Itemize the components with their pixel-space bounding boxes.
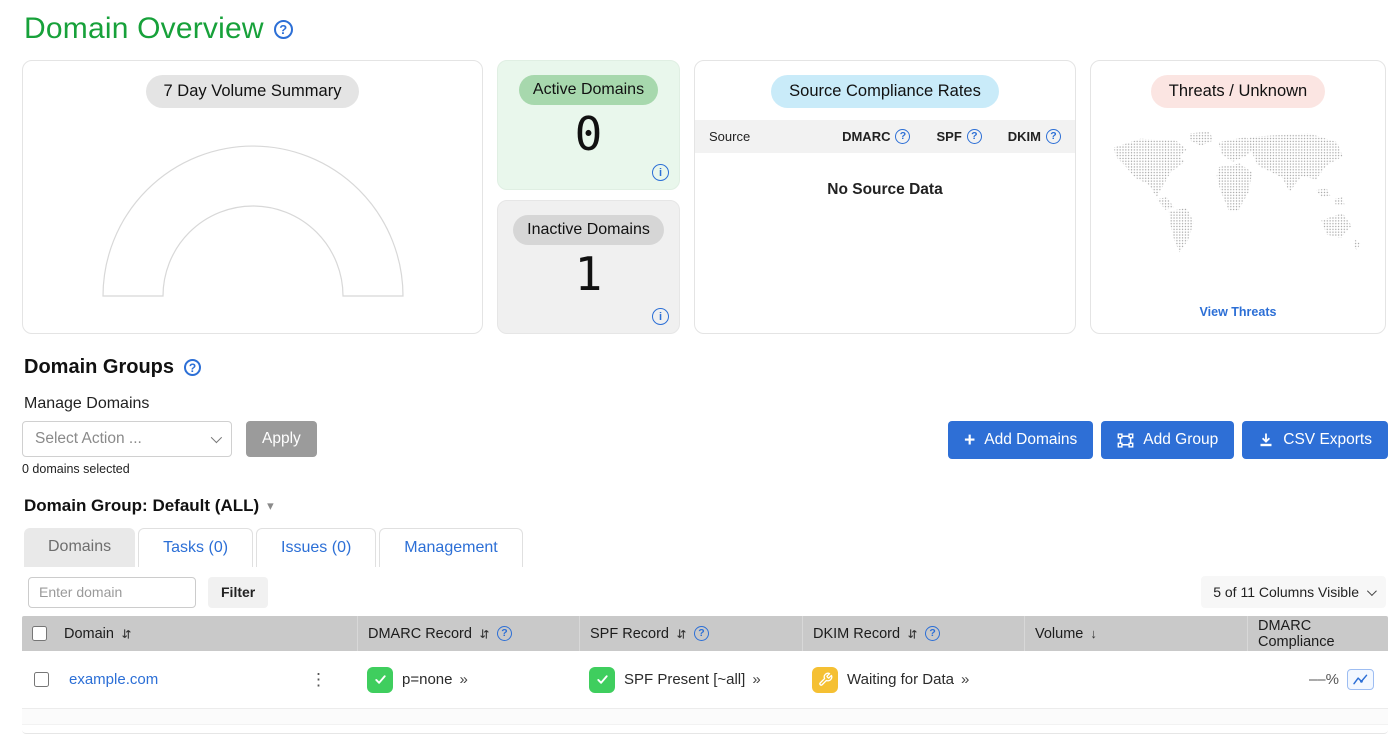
volume-summary-title: 7 Day Volume Summary [146,75,360,108]
wrench-icon [812,667,838,693]
tab-management[interactable]: Management [379,528,522,567]
info-icon[interactable]: i [652,164,669,181]
group-icon [1117,432,1134,449]
detail-arrow[interactable]: » [459,671,467,688]
header-domain[interactable]: Domain [22,616,357,651]
threats-card: Threats / Unknown [1090,60,1386,334]
source-column-header: Source [709,129,816,144]
manage-controls-row: Select Action ... Apply 0 domains select… [22,421,1388,476]
detail-arrow[interactable]: » [961,671,969,688]
add-domains-button[interactable]: + Add Domains [948,421,1093,459]
domain-action-buttons: + Add Domains Add Group [948,421,1388,459]
download-icon [1258,432,1274,448]
help-icon[interactable]: ? [274,20,293,39]
tab-domains[interactable]: Domains [24,528,135,567]
spf-column-header: SPF [936,129,961,144]
volume-cell [1024,651,1247,708]
tab-tasks[interactable]: Tasks (0) [138,528,253,567]
help-icon[interactable]: ? [184,359,201,376]
plus-icon: + [964,431,975,450]
row-menu-icon[interactable]: ⋮ [310,670,327,690]
dkim-record-cell: Waiting for Data » [802,651,1024,708]
columns-visible-dropdown[interactable]: 5 of 11 Columns Visible [1201,576,1386,608]
summary-cards: 7 Day Volume Summary Active Domains 0 i … [22,60,1388,334]
inactive-domains-value: 1 [498,247,679,301]
domain-groups-title: Domain Groups [24,356,174,379]
active-domains-card: Active Domains 0 i [497,60,680,190]
help-icon[interactable]: ? [925,626,940,641]
manage-domains-label: Manage Domains [24,395,1388,413]
active-domains-value: 0 [498,107,679,161]
page-title: Domain Overview [24,12,264,46]
detail-arrow[interactable]: » [752,671,760,688]
trend-chart-icon[interactable] [1347,669,1374,690]
dmarc-column-header: DMARC [842,129,890,144]
success-check-icon [589,667,615,693]
help-icon[interactable]: ? [967,129,982,144]
sort-icon [121,628,132,640]
page: Domain Overview ? 7 Day Volume Summary A… [0,0,1400,734]
sort-icon [676,628,687,640]
action-select[interactable]: Select Action ... [22,421,232,457]
page-header: Domain Overview ? [24,12,1388,46]
source-compliance-header-row: Source DMARC ? SPF ? DKIM ? [695,120,1075,153]
header-volume[interactable]: Volume ↓ [1024,616,1247,651]
threats-title: Threats / Unknown [1151,75,1325,108]
help-icon[interactable]: ? [497,626,512,641]
domain-filter-input[interactable] [28,577,196,608]
help-icon[interactable]: ? [694,626,709,641]
sort-icon [479,628,490,640]
table-footer [22,725,1388,734]
dkim-column-header: DKIM [1008,129,1041,144]
header-spf-record[interactable]: SPF Record ? [579,616,802,651]
chevron-down-icon [1367,586,1377,596]
sort-icon [907,628,918,640]
info-icon[interactable]: i [652,308,669,325]
world-map-image [1105,124,1371,274]
tab-bar: Domains Tasks (0) Issues (0) Management [24,528,1388,567]
source-compliance-title: Source Compliance Rates [771,75,999,108]
volume-gauge-chart [93,136,413,304]
header-dmarc-compliance[interactable]: DMARC Compliance [1247,616,1388,651]
add-group-button[interactable]: Add Group [1101,421,1234,459]
csv-exports-button[interactable]: CSV Exports [1242,421,1388,459]
source-compliance-card: Source Compliance Rates Source DMARC ? S… [694,60,1076,334]
chevron-down-icon [211,432,222,443]
domain-groups-header: Domain Groups ? [24,356,1388,379]
dmarc-record-cell: p=none » [357,651,579,708]
success-check-icon [367,667,393,693]
volume-summary-card: 7 Day Volume Summary [22,60,483,334]
domain-link[interactable]: example.com [69,671,158,688]
compliance-value: ––% [1309,671,1339,688]
table-row: example.com ⋮ p=none » SPF Present [~all… [22,651,1388,709]
help-icon[interactable]: ? [1046,129,1061,144]
domain-cell: example.com ⋮ [22,651,357,708]
filter-button[interactable]: Filter [208,577,268,608]
table-header-row: Domain DMARC Record ? SPF Record ? [22,616,1388,651]
dmarc-compliance-cell: ––% [1247,651,1388,708]
view-threats-link[interactable]: View Threats [1200,305,1277,319]
table-empty-strip [22,709,1388,725]
inactive-domains-title: Inactive Domains [513,215,664,245]
domain-count-column: Active Domains 0 i Inactive Domains 1 i [497,60,680,334]
action-select-value: Select Action ... [35,430,142,448]
header-dkim-record[interactable]: DKIM Record ? [802,616,1024,651]
caret-down-icon: ▾ [267,498,274,514]
domain-group-selector[interactable]: Domain Group: Default (ALL) ▾ [24,496,1388,516]
domains-selected-count: 0 domains selected [22,462,317,476]
no-source-data-message: No Source Data [695,181,1075,199]
row-checkbox[interactable] [34,672,49,687]
select-all-checkbox[interactable] [32,626,47,641]
tab-issues[interactable]: Issues (0) [256,528,376,567]
header-dmarc-record[interactable]: DMARC Record ? [357,616,579,651]
spf-record-cell: SPF Present [~all] » [579,651,802,708]
help-icon[interactable]: ? [895,129,910,144]
bulk-action-group: Select Action ... Apply 0 domains select… [22,421,317,476]
inactive-domains-card: Inactive Domains 1 i [497,200,680,334]
apply-button[interactable]: Apply [246,421,317,457]
active-domains-title: Active Domains [519,75,658,105]
sort-descending-icon: ↓ [1090,626,1097,641]
domains-table: Domain DMARC Record ? SPF Record ? [22,616,1388,734]
table-toolbar: Filter 5 of 11 Columns Visible [28,576,1388,608]
